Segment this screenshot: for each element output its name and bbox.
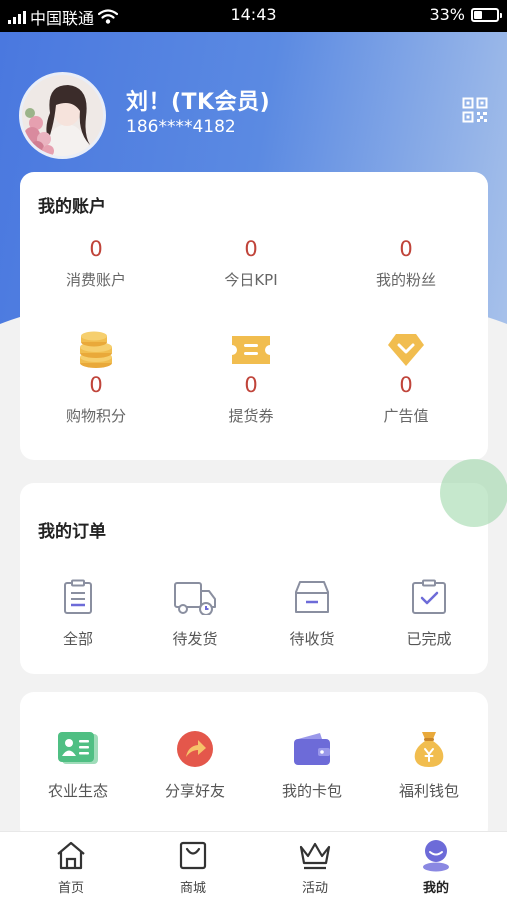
tab-label: 首页 <box>57 881 84 896</box>
tab-mine[interactable]: 我的 <box>391 838 481 896</box>
orders-title: 我的订单 <box>38 522 106 542</box>
stat-ad-value[interactable]: 0 广告值 <box>336 330 476 426</box>
money-bag-icon <box>414 732 444 767</box>
order-pending-shipment[interactable]: 待发货 <box>140 576 250 649</box>
stat-label: 提货券 <box>228 407 274 425</box>
services-card: 农业生态 分享好友 我的卡包 福利钱包 <box>20 692 488 842</box>
coins-icon <box>80 331 112 368</box>
stat-label: 今日KPI <box>224 271 278 289</box>
stat-value: 0 <box>89 373 103 397</box>
diamond-icon <box>388 334 424 366</box>
order-all[interactable]: 全部 <box>23 576 133 649</box>
orders-card: 我的订单 全部 待发货 待收货 已完成 <box>20 483 488 674</box>
tab-label: 商城 <box>179 881 206 896</box>
service-share-friends[interactable]: 分享好友 <box>140 728 250 801</box>
home-icon <box>57 841 85 870</box>
service-label: 福利钱包 <box>398 782 459 800</box>
tab-activity[interactable]: 活动 <box>270 838 360 896</box>
tab-mall[interactable]: 商城 <box>148 838 238 896</box>
stat-value: 0 <box>244 237 258 261</box>
service-label: 分享好友 <box>164 782 225 800</box>
battery-percent: 33% <box>429 5 465 24</box>
bottom-tab-bar: 首页 商城 活动 我的 <box>0 831 507 900</box>
user-name: 刘！(TK会员) <box>126 90 271 115</box>
order-label: 全部 <box>62 630 93 648</box>
battery-icon <box>471 7 502 22</box>
stat-label: 消费账户 <box>65 271 126 289</box>
stat-value: 0 <box>399 237 413 261</box>
stat-label: 购物积分 <box>65 407 126 425</box>
truck-icon <box>174 582 216 615</box>
stat-value: 0 <box>399 373 413 397</box>
stat-label: 我的粉丝 <box>375 271 436 289</box>
order-completed[interactable]: 已完成 <box>374 576 484 649</box>
battery-indicator: 33% <box>429 5 502 24</box>
stat-consumption-account[interactable]: 0 消费账户 <box>26 236 166 290</box>
avatar[interactable] <box>19 72 106 159</box>
clipboard-icon <box>64 579 92 614</box>
user-phone: 186****4182 <box>126 117 236 137</box>
order-label: 待收货 <box>289 630 335 648</box>
order-pending-receipt[interactable]: 待收货 <box>257 576 367 649</box>
stat-today-kpi[interactable]: 0 今日KPI <box>181 236 321 290</box>
wallet-icon <box>294 733 330 765</box>
service-label: 农业生态 <box>47 782 108 800</box>
stat-value: 0 <box>89 237 103 261</box>
inbox-icon <box>295 581 329 613</box>
service-welfare-wallet[interactable]: 福利钱包 <box>374 728 484 801</box>
order-label: 待发货 <box>172 630 218 648</box>
account-title: 我的账户 <box>38 197 106 217</box>
ticket-icon <box>232 336 270 364</box>
status-bar: 中国联通 14:43 33% <box>0 0 507 32</box>
account-card: 我的账户 0 消费账户 0 今日KPI 0 我的粉丝 0 购物积分 0 提货券 … <box>20 172 488 460</box>
stat-shopping-points[interactable]: 0 购物积分 <box>26 330 166 426</box>
id-card-icon <box>58 732 98 764</box>
service-label: 我的卡包 <box>281 782 342 800</box>
stat-value: 0 <box>244 373 258 397</box>
qr-code-icon[interactable] <box>462 97 488 123</box>
order-label: 已完成 <box>406 630 452 648</box>
shopping-bag-icon <box>179 841 207 870</box>
floating-action-bubble[interactable] <box>440 459 507 527</box>
service-my-card-wallet[interactable]: 我的卡包 <box>257 728 367 801</box>
tab-home[interactable]: 首页 <box>26 838 116 896</box>
service-agri-ecology[interactable]: 农业生态 <box>23 728 133 801</box>
tab-label: 我的 <box>422 881 449 896</box>
stat-label: 广告值 <box>383 407 429 425</box>
check-icon <box>412 579 446 614</box>
stat-my-fans[interactable]: 0 我的粉丝 <box>336 236 476 290</box>
share-icon <box>177 731 213 767</box>
user-icon <box>423 840 449 872</box>
stat-pickup-voucher[interactable]: 0 提货券 <box>181 330 321 426</box>
tab-label: 活动 <box>301 881 328 896</box>
crown-icon <box>299 842 331 870</box>
